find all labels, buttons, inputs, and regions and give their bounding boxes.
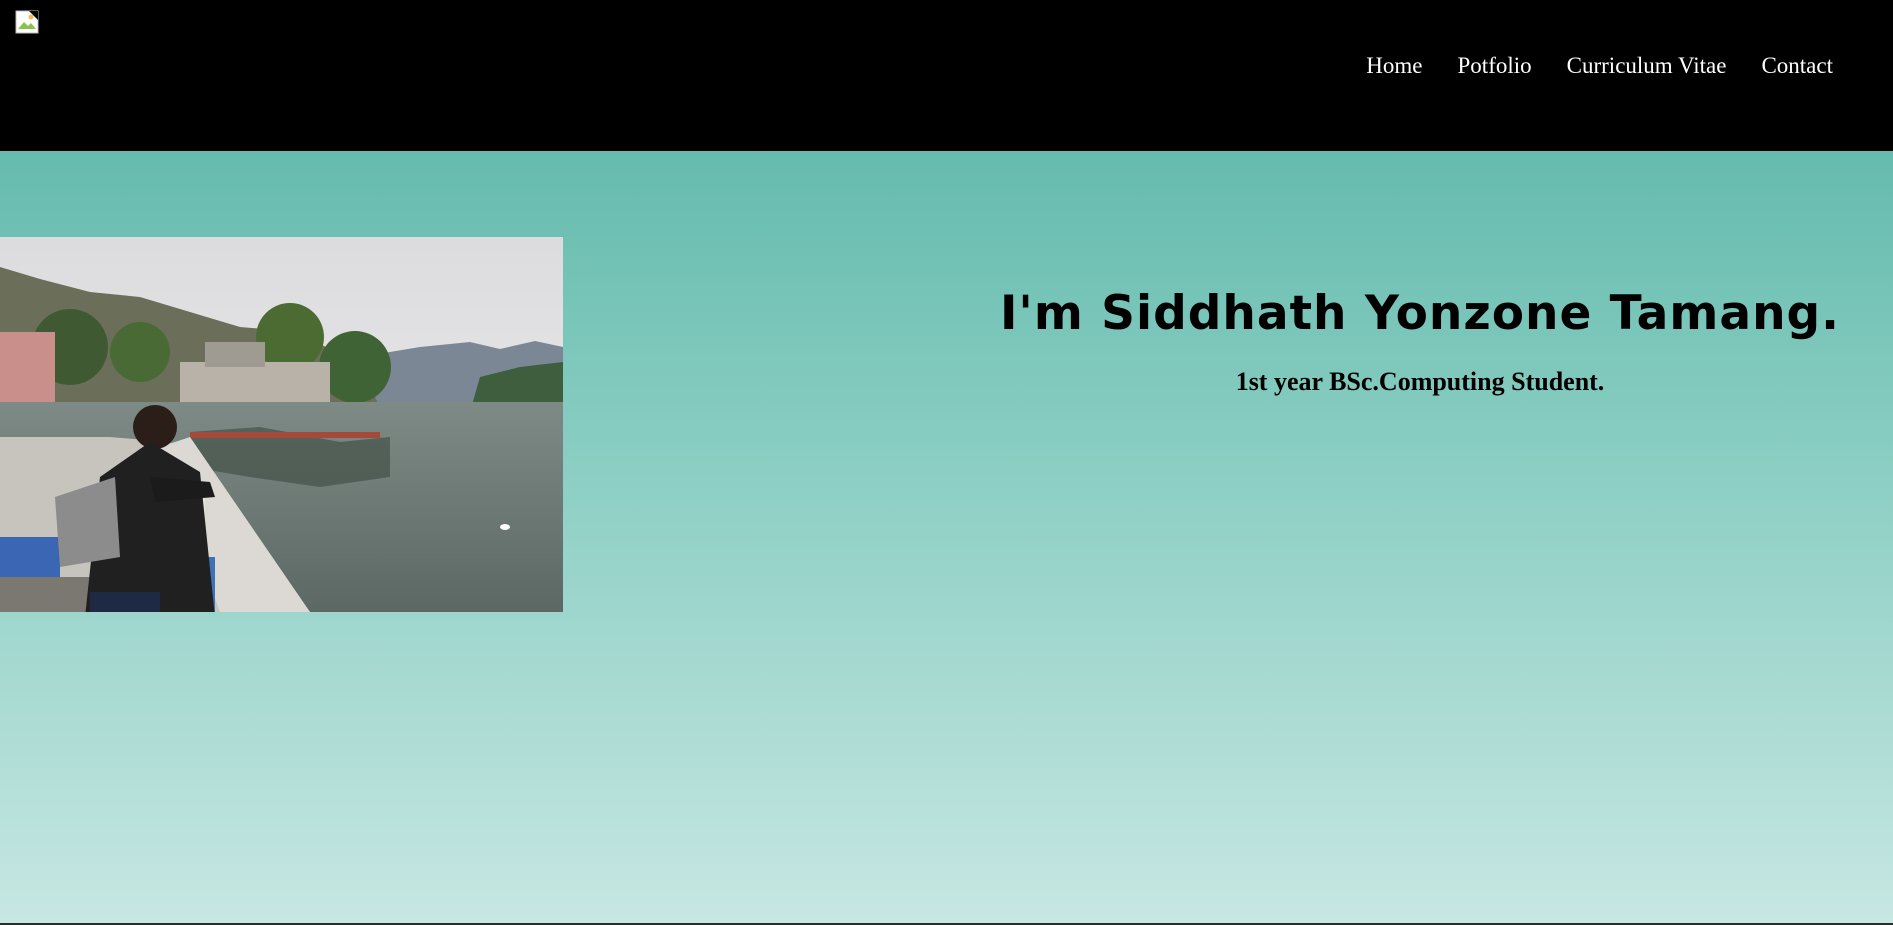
- broken-image-icon[interactable]: [15, 10, 39, 34]
- hero-section: I'm Siddhath Yonzone Tamang. 1st year BS…: [0, 151, 1893, 923]
- nav-cv-link[interactable]: Curriculum Vitae: [1567, 52, 1727, 80]
- site-header: Home Potfolio Curriculum Vitae Contact: [0, 0, 1893, 151]
- page: Home Potfolio Curriculum Vitae Contact I…: [0, 0, 1893, 925]
- nav-contact-link[interactable]: Contact: [1761, 52, 1833, 80]
- nav-home-link[interactable]: Home: [1366, 52, 1422, 80]
- intro-block: I'm Siddhath Yonzone Tamang. 1st year BS…: [980, 286, 1860, 397]
- nav-portfolio-link[interactable]: Potfolio: [1458, 52, 1532, 80]
- role-subtitle: 1st year BSc.Computing Student.: [1235, 367, 1605, 396]
- main-nav: Home Potfolio Curriculum Vitae Contact: [1331, 52, 1833, 80]
- lake-photo-image: [0, 237, 563, 612]
- profile-photo: [0, 237, 563, 612]
- name-heading: I'm Siddhath Yonzone Tamang.: [999, 286, 1841, 341]
